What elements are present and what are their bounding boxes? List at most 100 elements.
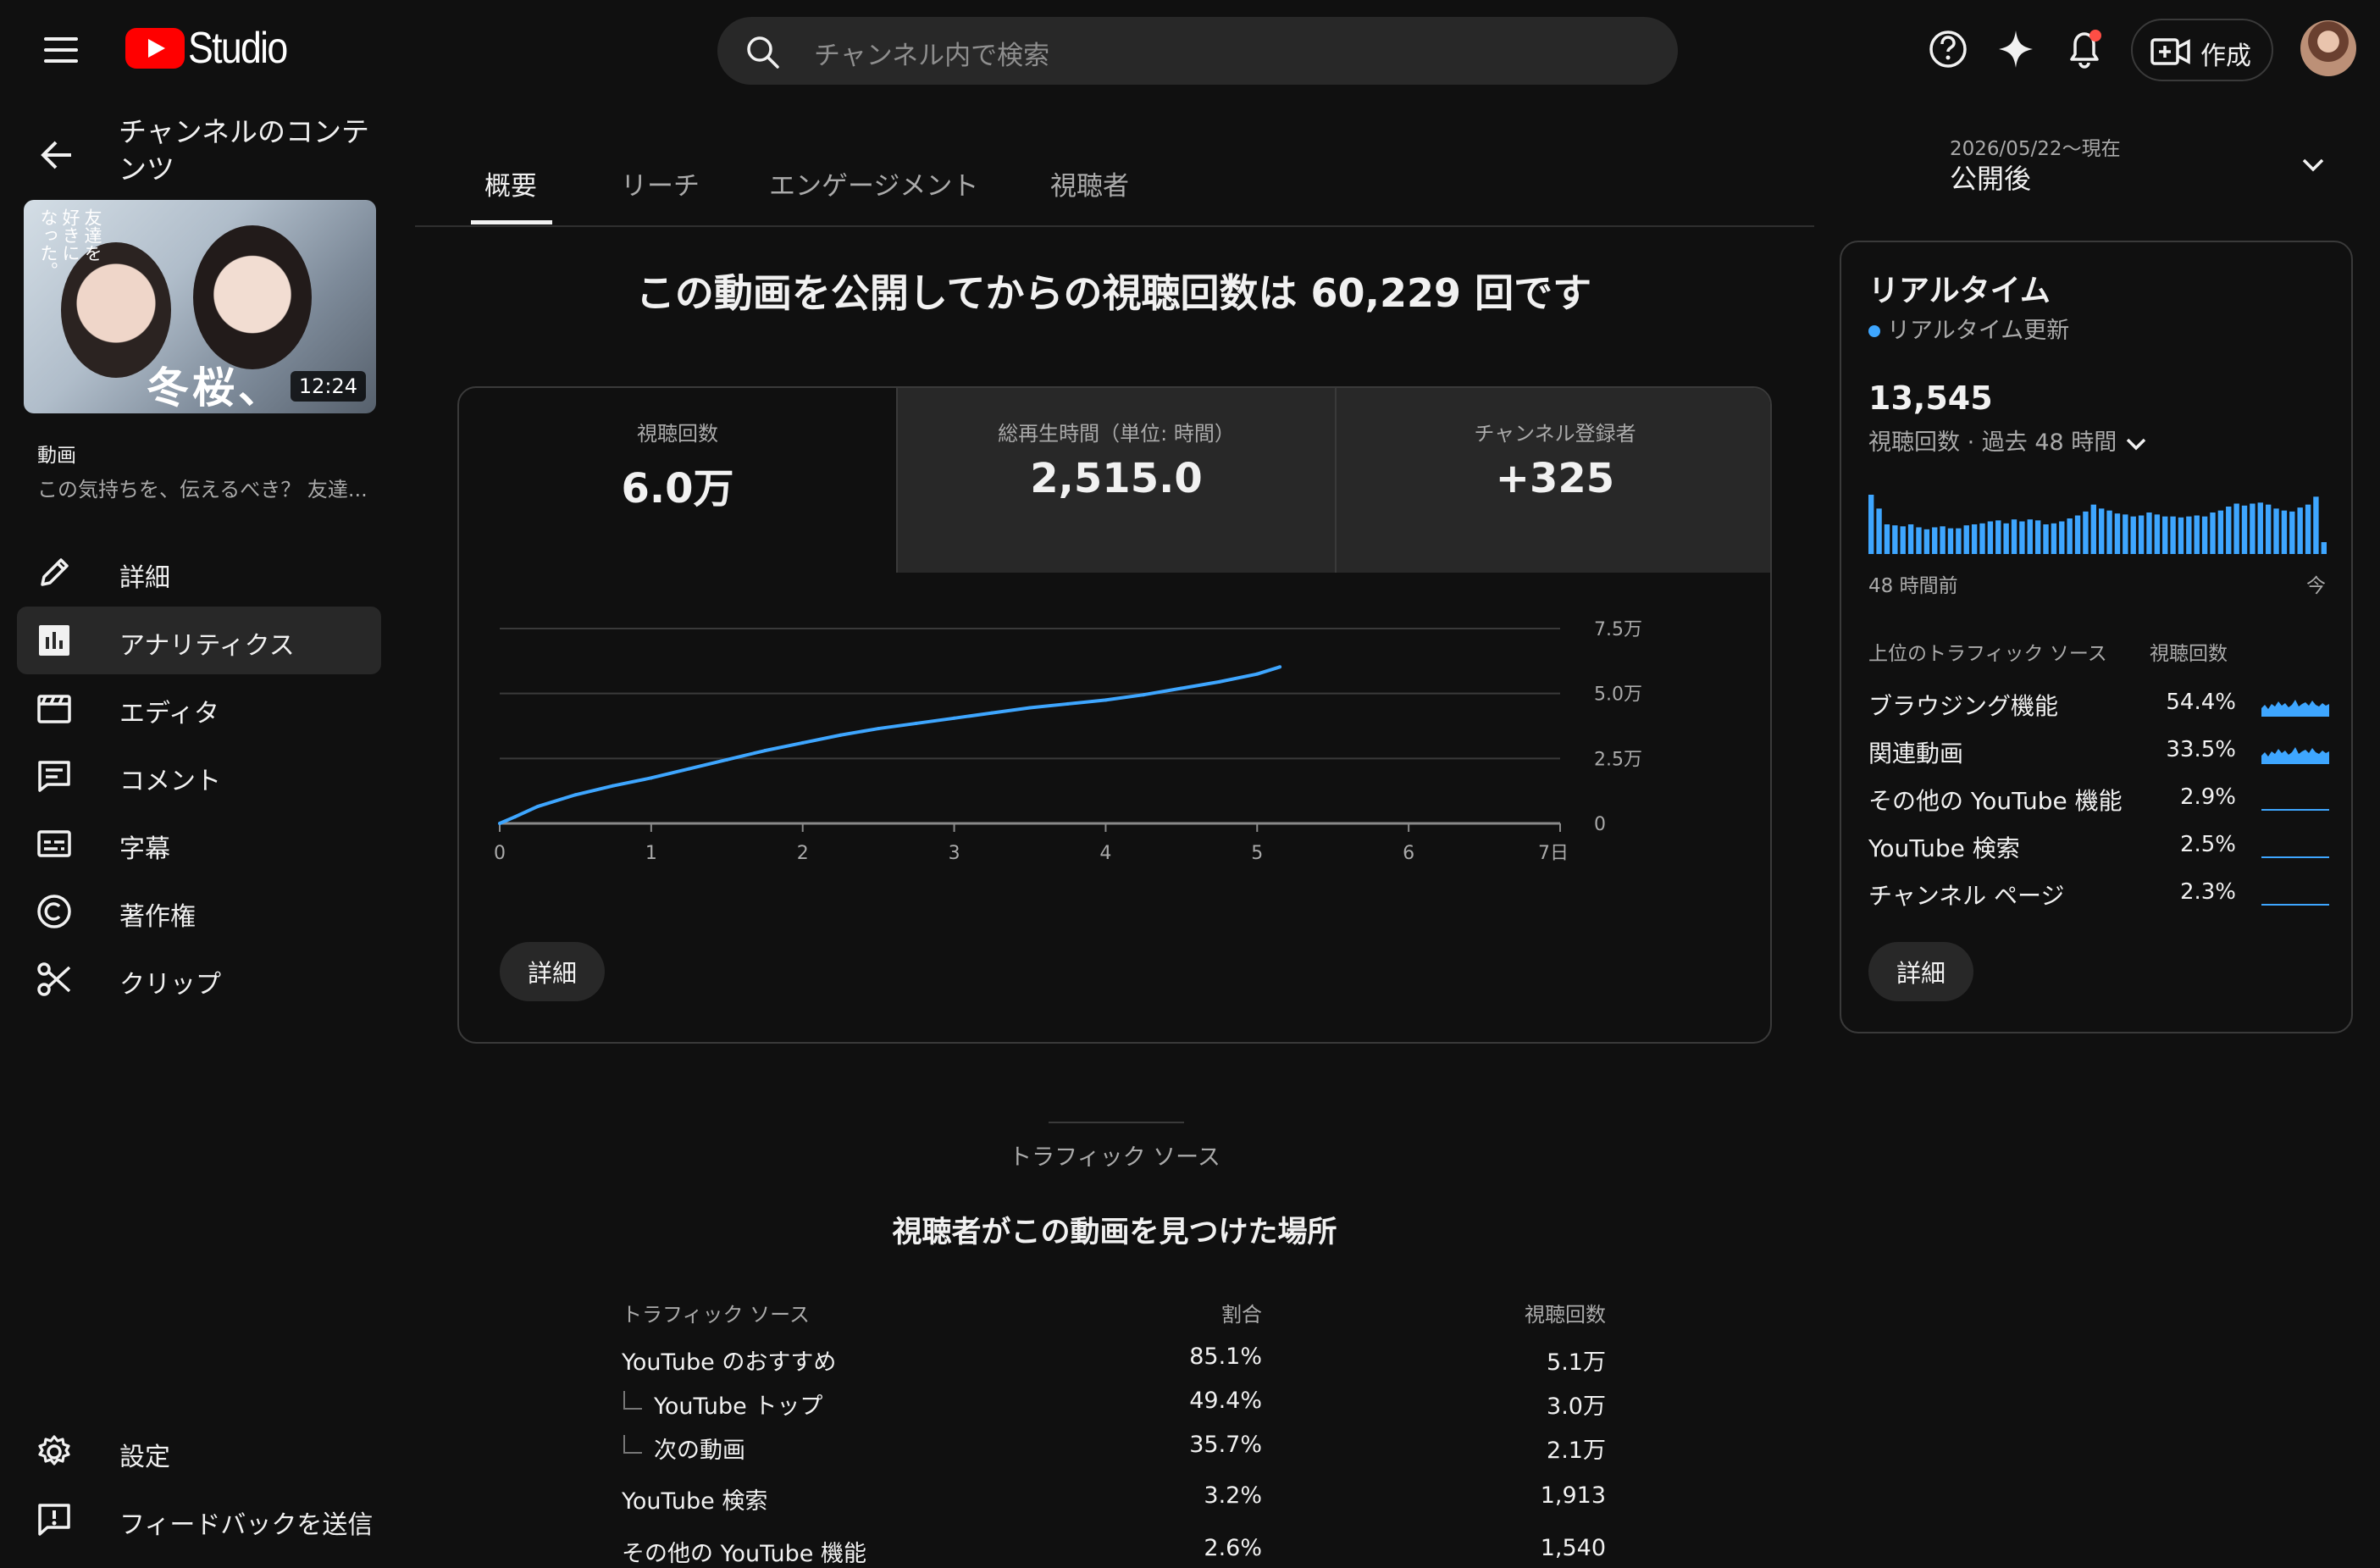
sidebar-item-comments[interactable]: コメント	[17, 742, 381, 810]
realtime-bar[interactable]	[2083, 511, 2089, 554]
realtime-bar[interactable]	[2043, 524, 2049, 554]
realtime-bar[interactable]	[2003, 523, 2009, 554]
realtime-bar[interactable]	[2162, 516, 2168, 554]
sidebar-item-feedback[interactable]: フィードバックを送信	[17, 1486, 381, 1554]
realtime-details-button[interactable]: 詳細	[1868, 942, 1974, 1001]
traffic-header-pct[interactable]: 割合	[1177, 1298, 1262, 1327]
tab-audience[interactable]: 視聴者	[1050, 164, 1129, 202]
tab-overview[interactable]: 概要	[484, 164, 537, 202]
realtime-bar[interactable]	[1956, 528, 1962, 554]
realtime-bar[interactable]	[2265, 504, 2272, 554]
realtime-bar[interactable]	[1884, 524, 1890, 554]
realtime-source-row[interactable]: YouTube 検索 2.5%	[1868, 827, 2329, 862]
help-icon[interactable]	[1928, 25, 1968, 73]
stat-watch-time[interactable]: 総再生時間（単位: 時間） 2,515.0	[898, 388, 1335, 573]
tab-reach[interactable]: リーチ	[621, 164, 700, 202]
realtime-bar[interactable]	[1900, 526, 1906, 554]
realtime-bar[interactable]	[2130, 516, 2136, 554]
duration-badge: 12:24	[290, 371, 366, 402]
realtime-bar[interactable]	[2273, 508, 2279, 554]
sidebar-item-copyright[interactable]: 著作権	[17, 878, 381, 945]
traffic-header-views[interactable]: 視聴回数	[1474, 1298, 1606, 1327]
realtime-bar[interactable]	[2170, 516, 2176, 554]
sidebar-item-editor[interactable]: エディタ	[17, 674, 381, 742]
menu-icon[interactable]	[44, 37, 78, 63]
realtime-bar[interactable]	[2059, 521, 2065, 555]
realtime-bar[interactable]	[2051, 523, 2057, 554]
realtime-bar[interactable]	[1995, 520, 2001, 554]
realtime-bar[interactable]	[2019, 521, 2025, 555]
realtime-bar[interactable]	[2146, 513, 2152, 554]
realtime-bar[interactable]	[2099, 508, 2105, 554]
realtime-period-selector[interactable]: 視聴回数 · 過去 48 時間	[1868, 424, 2149, 457]
sidebar-item-analytics[interactable]: アナリティクス	[17, 607, 381, 674]
realtime-bar[interactable]	[2321, 542, 2327, 554]
studio-logo[interactable]: Studio	[125, 24, 302, 73]
sidebar-item-subtitles[interactable]: 字幕	[17, 810, 381, 878]
realtime-bar[interactable]	[2226, 507, 2232, 554]
realtime-source-row[interactable]: チャンネル ページ 2.3%	[1868, 874, 2329, 910]
realtime-bar[interactable]	[2011, 519, 2017, 554]
realtime-bar[interactable]	[1892, 525, 1898, 554]
realtime-bar[interactable]	[2313, 496, 2319, 554]
realtime-bar[interactable]	[2297, 507, 2303, 554]
stat-subscribers[interactable]: チャンネル登録者 +325	[1337, 388, 1770, 573]
realtime-bar[interactable]	[2178, 517, 2184, 554]
details-button[interactable]: 詳細	[500, 942, 606, 1001]
realtime-bar[interactable]	[2074, 515, 2081, 555]
realtime-bar[interactable]	[2114, 513, 2121, 554]
realtime-bar[interactable]	[2090, 504, 2096, 554]
realtime-bar[interactable]	[2027, 519, 2033, 554]
realtime-bar[interactable]	[2186, 516, 2192, 554]
search-input[interactable]: チャンネル内で検索	[814, 34, 1049, 72]
realtime-bar[interactable]	[1979, 523, 1985, 554]
views-data-point	[914, 721, 918, 725]
realtime-bar[interactable]	[2123, 514, 2128, 554]
video-thumbnail[interactable]: 友達を 好きに なった。 冬桜、 12:24	[24, 200, 376, 413]
realtime-bar[interactable]	[1987, 521, 1994, 555]
realtime-bar[interactable]	[1947, 528, 1954, 554]
realtime-bar[interactable]	[2217, 510, 2224, 554]
realtime-bar[interactable]	[2210, 513, 2216, 554]
tab-engagement[interactable]: エンゲージメント	[769, 164, 978, 202]
realtime-bar[interactable]	[1907, 524, 1914, 554]
realtime-bar[interactable]	[1971, 524, 1978, 554]
realtime-bar[interactable]	[1963, 525, 1969, 554]
realtime-bar[interactable]	[2250, 503, 2255, 555]
realtime-bar[interactable]	[2034, 520, 2041, 554]
realtime-source-row[interactable]: 関連動画 33.5%	[1868, 732, 2329, 767]
traffic-header-source[interactable]: トラフィック ソース	[622, 1298, 810, 1327]
realtime-bar[interactable]	[2281, 510, 2288, 554]
create-button[interactable]: 作成	[2131, 19, 2273, 81]
realtime-bar[interactable]	[2241, 505, 2248, 554]
realtime-bar[interactable]	[1923, 529, 1930, 554]
sidebar-item-clips[interactable]: クリップ	[17, 945, 381, 1013]
sparkle-icon[interactable]	[1995, 25, 2036, 73]
realtime-bar[interactable]	[2305, 504, 2311, 554]
sidebar-item-details[interactable]: 詳細	[17, 539, 381, 607]
realtime-bar[interactable]	[2194, 515, 2200, 555]
realtime-bar[interactable]	[1868, 495, 1874, 554]
realtime-bar[interactable]	[1916, 527, 1922, 555]
realtime-bar[interactable]	[2289, 511, 2295, 554]
realtime-bar[interactable]	[2257, 502, 2263, 554]
views-data-point	[1255, 672, 1259, 676]
realtime-bar[interactable]	[2233, 503, 2239, 555]
avatar[interactable]	[2300, 20, 2356, 76]
realtime-bar[interactable]	[1932, 527, 1938, 555]
realtime-bar[interactable]	[2106, 510, 2112, 554]
realtime-bar[interactable]	[2154, 514, 2161, 554]
realtime-bar[interactable]	[2201, 516, 2208, 554]
realtime-bar[interactable]	[2138, 515, 2145, 555]
realtime-source-row[interactable]: ブラウジング機能 54.4%	[1868, 684, 2329, 720]
realtime-source-row[interactable]: その他の YouTube 機能 2.9%	[1868, 779, 2329, 815]
stat-views[interactable]: 視聴回数 6.0万	[459, 388, 896, 573]
search-box[interactable]: チャンネル内で検索	[717, 17, 1678, 85]
realtime-bar[interactable]	[2067, 518, 2073, 554]
sidebar-item-settings[interactable]: 設定	[17, 1418, 381, 1486]
realtime-bar[interactable]	[1940, 526, 1946, 554]
notifications-icon[interactable]	[2063, 25, 2107, 73]
views-line-series[interactable]	[499, 665, 1281, 825]
realtime-bar[interactable]	[1876, 508, 1882, 554]
back-arrow-icon[interactable]	[37, 136, 76, 175]
